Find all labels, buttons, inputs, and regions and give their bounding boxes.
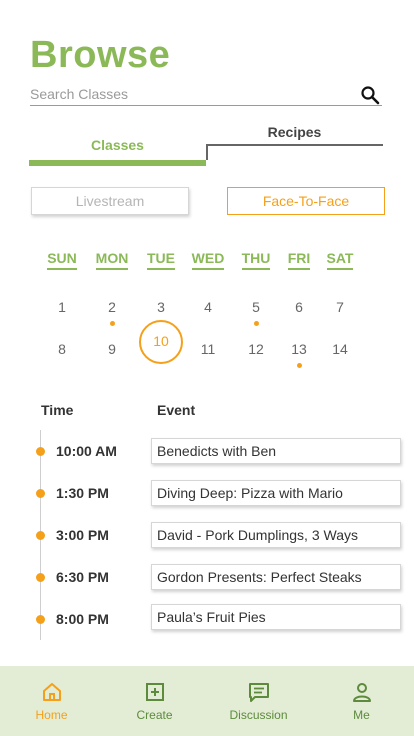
nav-discussion-label: Discussion — [229, 708, 288, 722]
tab-bar: Classes Recipes — [29, 118, 383, 166]
date-number: 2 — [108, 299, 116, 315]
timeline-dot — [36, 447, 45, 456]
date-number: 10 — [153, 333, 169, 349]
page-title: Browse — [30, 34, 171, 76]
slot-time: 3:00 PM — [56, 527, 109, 543]
slot-time: 10:00 AM — [56, 443, 117, 459]
date-number: 11 — [200, 341, 216, 357]
event-column-header: Event — [157, 402, 196, 418]
time-column-header: Time — [41, 402, 74, 418]
date-cell[interactable]: 13 — [277, 329, 321, 373]
date-cell[interactable]: 2 — [90, 287, 134, 331]
date-number: 8 — [58, 341, 66, 357]
tab-classes[interactable]: Classes — [29, 118, 206, 166]
timeline-dot — [36, 531, 45, 540]
home-icon — [43, 683, 61, 701]
bottom-nav: Home Create Discussion Me — [0, 666, 414, 736]
date-number: 7 — [336, 299, 344, 315]
date-number: 4 — [204, 299, 212, 315]
search-bar — [30, 84, 382, 106]
weekday-mon: MON — [90, 250, 134, 270]
person-icon — [353, 683, 371, 702]
date-cell[interactable]: 1 — [40, 287, 84, 331]
tab-recipes-label: Recipes — [267, 124, 322, 140]
date-cell[interactable]: 7 — [318, 287, 362, 331]
date-cell[interactable]: 5 — [234, 287, 278, 331]
nav-discussion[interactable]: Discussion — [207, 666, 310, 736]
timeline-dot — [36, 489, 45, 498]
nav-home[interactable]: Home — [0, 666, 103, 736]
date-number: 6 — [295, 299, 303, 315]
nav-home-label: Home — [35, 708, 68, 722]
slot-time: 1:30 PM — [56, 485, 109, 501]
event-card[interactable]: Paula’s Fruit Pies — [151, 604, 401, 630]
active-tab-indicator — [29, 160, 206, 166]
date-number: 3 — [157, 299, 165, 315]
event-card[interactable]: Gordon Presents: Perfect Steaks — [151, 564, 401, 590]
date-number: 1 — [58, 299, 66, 315]
tab-underline — [206, 144, 383, 146]
tab-divider — [206, 144, 208, 160]
weekday-tue: TUE — [139, 250, 183, 270]
chat-icon — [249, 683, 269, 702]
date-cell[interactable]: 6 — [277, 287, 321, 331]
timeline-dot — [36, 615, 45, 624]
tab-recipes[interactable]: Recipes — [206, 118, 383, 166]
livestream-button[interactable]: Livestream — [31, 187, 189, 215]
search-icon[interactable] — [360, 85, 380, 105]
date-number: 5 — [252, 299, 260, 315]
nav-me[interactable]: Me — [310, 666, 413, 736]
event-card[interactable]: David - Pork Dumplings, 3 Ways — [151, 522, 401, 548]
date-cell-selected[interactable]: 10 — [139, 320, 183, 364]
date-cell[interactable]: 11 — [186, 329, 230, 373]
date-cell[interactable]: 8 — [40, 329, 84, 373]
date-cell[interactable]: 14 — [318, 329, 362, 373]
weekday-sun: SUN — [40, 250, 84, 270]
date-number: 13 — [291, 341, 307, 357]
face-to-face-button[interactable]: Face-To-Face — [227, 187, 385, 215]
nav-create-label: Create — [136, 708, 173, 722]
weekday-thu: THU — [234, 250, 278, 270]
date-cell[interactable]: 9 — [90, 329, 134, 373]
event-indicator-dot — [297, 363, 302, 368]
date-cell[interactable]: 12 — [234, 329, 278, 373]
weekday-sat: SAT — [318, 250, 362, 270]
weekday-fri: FRI — [277, 250, 321, 270]
date-cell[interactable]: 4 — [186, 287, 230, 331]
date-number: 12 — [248, 341, 264, 357]
nav-me-label: Me — [353, 708, 370, 722]
event-card[interactable]: Benedicts with Ben — [151, 438, 401, 464]
event-indicator-dot — [254, 321, 259, 326]
timeline-dot — [36, 573, 45, 582]
search-input[interactable] — [30, 84, 350, 104]
event-indicator-dot — [110, 321, 115, 326]
date-number: 14 — [332, 341, 348, 357]
nav-create[interactable]: Create — [103, 666, 206, 736]
slot-time: 8:00 PM — [56, 611, 109, 627]
tab-classes-label: Classes — [91, 137, 144, 153]
date-number: 9 — [108, 341, 116, 357]
plus-square-icon — [146, 683, 164, 701]
slot-time: 6:30 PM — [56, 569, 109, 585]
event-card[interactable]: Diving Deep: Pizza with Mario — [151, 480, 401, 506]
weekday-wed: WED — [186, 250, 230, 270]
